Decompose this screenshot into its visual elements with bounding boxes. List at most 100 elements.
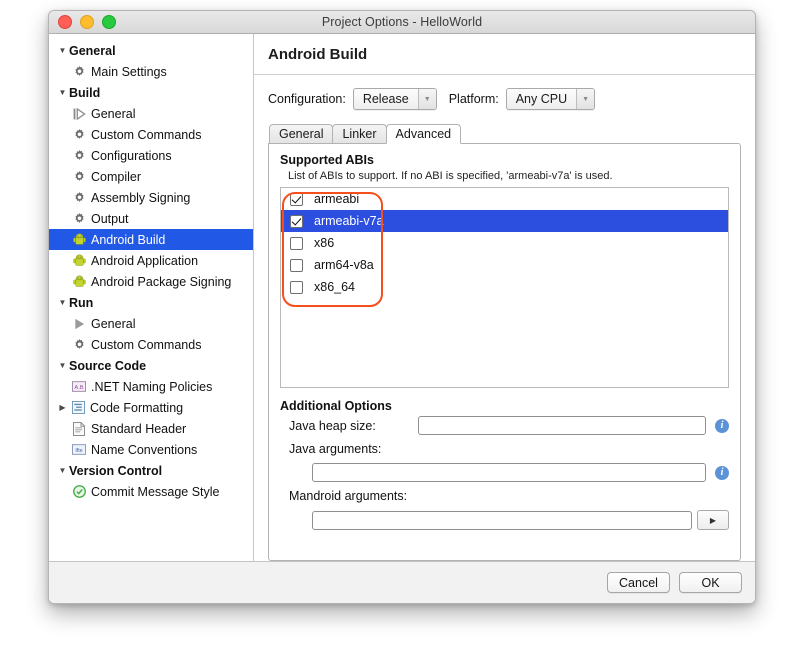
ok-button[interactable]: OK: [679, 572, 742, 593]
sidebar-item-custom-commands[interactable]: Custom Commands: [49, 124, 253, 145]
sidebar-item-label: General: [91, 317, 135, 331]
abi-checkbox[interactable]: [290, 237, 303, 250]
mandroid-arguments-input[interactable]: [312, 511, 692, 530]
sidebar-item-label: Main Settings: [91, 65, 167, 79]
sidebar-item-label: Standard Header: [91, 422, 186, 436]
sidebar-item-custom-commands[interactable]: Custom Commands: [49, 334, 253, 355]
svg-text:A.B: A.B: [74, 385, 83, 391]
tab-general[interactable]: General: [269, 124, 333, 144]
build-tabs[interactable]: GeneralLinker Advanced: [268, 123, 741, 144]
sidebar-item-name-conventions[interactable]: IfteName Conventions: [49, 439, 253, 460]
disclosure-triangle-open-icon[interactable]: ▼: [56, 299, 69, 307]
mandroid-arguments-label: Mandroid arguments:: [280, 489, 407, 503]
configuration-label: Configuration:: [268, 92, 346, 106]
play-triangle-icon: [70, 316, 88, 332]
minimize-button[interactable]: [80, 15, 94, 29]
info-icon[interactable]: i: [715, 466, 729, 480]
platform-dropdown[interactable]: Any CPU ▼: [506, 88, 595, 110]
abi-label: x86: [314, 236, 334, 250]
sidebar-item-label: Name Conventions: [91, 443, 197, 457]
disclosure-triangle-closed-icon[interactable]: ▶: [56, 404, 69, 412]
android-icon: [70, 232, 88, 248]
abi-checkbox[interactable]: [290, 215, 303, 228]
abi-list[interactable]: armeabi armeabi-v7a x86 arm64-v8ax86_64: [281, 188, 728, 298]
screenshot-root: Project Options - HelloWorld ▼GeneralMai…: [0, 0, 800, 667]
java-arguments-row: i: [280, 463, 729, 482]
abi-checkbox[interactable]: [290, 259, 303, 272]
sidebar-item-source-code[interactable]: ▼Source Code: [49, 355, 253, 376]
android-icon: [70, 253, 88, 269]
sidebar-item-label: Output: [91, 212, 129, 226]
sidebar-item-code-formatting[interactable]: ▶Code Formatting: [49, 397, 253, 418]
cancel-button[interactable]: Cancel: [607, 572, 670, 593]
abi-list-item[interactable]: arm64-v8a: [281, 254, 728, 276]
sidebar-item-configurations[interactable]: Configurations: [49, 145, 253, 166]
window-titlebar: Project Options - HelloWorld: [49, 11, 755, 34]
sidebar-item-label: Commit Message Style: [91, 485, 220, 499]
sidebar-item-net-naming-policies[interactable]: A.B.NET Naming Policies: [49, 376, 253, 397]
java-heap-size-input[interactable]: [418, 416, 706, 435]
document-icon: [70, 421, 88, 437]
sidebar-item-label: Custom Commands: [91, 338, 201, 352]
tab-label: Advanced: [396, 127, 452, 141]
disclosure-triangle-open-icon[interactable]: ▼: [56, 47, 69, 55]
sidebar-item-general[interactable]: General: [49, 313, 253, 334]
panes: ▼GeneralMain Settings▼BuildGeneralCustom…: [49, 34, 755, 561]
close-button[interactable]: [58, 15, 72, 29]
chevron-down-icon: ▼: [576, 89, 594, 109]
configuration-dropdown[interactable]: Release ▼: [353, 88, 437, 110]
supported-abis-description: List of ABIs to support. If no ABI is sp…: [288, 170, 729, 182]
project-options-window: Project Options - HelloWorld ▼GeneralMai…: [48, 10, 756, 604]
java-arguments-label-row: Java arguments:: [280, 442, 729, 456]
abi-list-item[interactable]: x86_64: [281, 276, 728, 298]
sidebar-item-main-settings[interactable]: Main Settings: [49, 61, 253, 82]
sidebar-item-build[interactable]: ▼Build: [49, 82, 253, 103]
sidebar-item-label: Android Package Signing: [91, 275, 231, 289]
tab-linker[interactable]: Linker: [332, 124, 386, 144]
advanced-tab-panel: Supported ABIs List of ABIs to support. …: [268, 143, 741, 561]
abi-list-item[interactable]: armeabi: [281, 188, 728, 210]
java-heap-size-label: Java heap size:: [280, 419, 418, 433]
disclosure-triangle-open-icon[interactable]: ▼: [56, 89, 69, 97]
sidebar-item-general[interactable]: ▼General: [49, 40, 253, 61]
mandroid-arguments-more-button[interactable]: ▶: [697, 510, 729, 530]
zoom-button[interactable]: [102, 15, 116, 29]
sidebar-item-output[interactable]: Output: [49, 208, 253, 229]
sidebar-item-android-application[interactable]: Android Application: [49, 250, 253, 271]
abi-label: armeabi-v7a: [314, 214, 383, 228]
java-arguments-label: Java arguments:: [280, 442, 381, 456]
disclosure-triangle-open-icon[interactable]: ▼: [56, 362, 69, 370]
java-arguments-input[interactable]: [312, 463, 706, 482]
abi-list-item[interactable]: armeabi-v7a: [281, 210, 728, 232]
sidebar-item-label: Source Code: [69, 359, 146, 373]
main-pane: Android Build Configuration: Release ▼ P…: [254, 34, 755, 561]
tab-advanced[interactable]: Advanced: [386, 124, 462, 144]
sidebar-item-label: Compiler: [91, 170, 141, 184]
sidebar-item-android-build[interactable]: Android Build: [49, 229, 253, 250]
sidebar-item-version-control[interactable]: ▼Version Control: [49, 460, 253, 481]
settings-tree-sidebar[interactable]: ▼GeneralMain Settings▼BuildGeneralCustom…: [49, 34, 254, 561]
android-icon: [70, 274, 88, 290]
configuration-value: Release: [354, 89, 418, 109]
sidebar-item-android-package-signing[interactable]: Android Package Signing: [49, 271, 253, 292]
name-tag-icon: Ifte: [70, 442, 88, 458]
abi-checkbox[interactable]: [290, 281, 303, 294]
abi-list-item[interactable]: x86: [281, 232, 728, 254]
gear-icon: [70, 64, 88, 80]
sidebar-item-assembly-signing[interactable]: Assembly Signing: [49, 187, 253, 208]
run-arrow-icon: [70, 106, 88, 122]
sidebar-item-general[interactable]: General: [49, 103, 253, 124]
sidebar-item-commit-message-style[interactable]: Commit Message Style: [49, 481, 253, 502]
sidebar-item-compiler[interactable]: Compiler: [49, 166, 253, 187]
info-icon[interactable]: i: [715, 419, 729, 433]
sidebar-item-standard-header[interactable]: Standard Header: [49, 418, 253, 439]
sidebar-item-run[interactable]: ▼Run: [49, 292, 253, 313]
configuration-row: Configuration: Release ▼ Platform: Any C…: [268, 88, 741, 110]
abi-checkbox[interactable]: [290, 193, 303, 206]
sidebar-item-label: Assembly Signing: [91, 191, 190, 205]
additional-options-title: Additional Options: [280, 399, 729, 413]
chevron-down-icon: ▼: [418, 89, 436, 109]
sidebar-item-label: General: [91, 107, 135, 121]
supported-abis-listbox[interactable]: armeabi armeabi-v7a x86 arm64-v8ax86_64: [280, 187, 729, 388]
disclosure-triangle-open-icon[interactable]: ▼: [56, 467, 69, 475]
